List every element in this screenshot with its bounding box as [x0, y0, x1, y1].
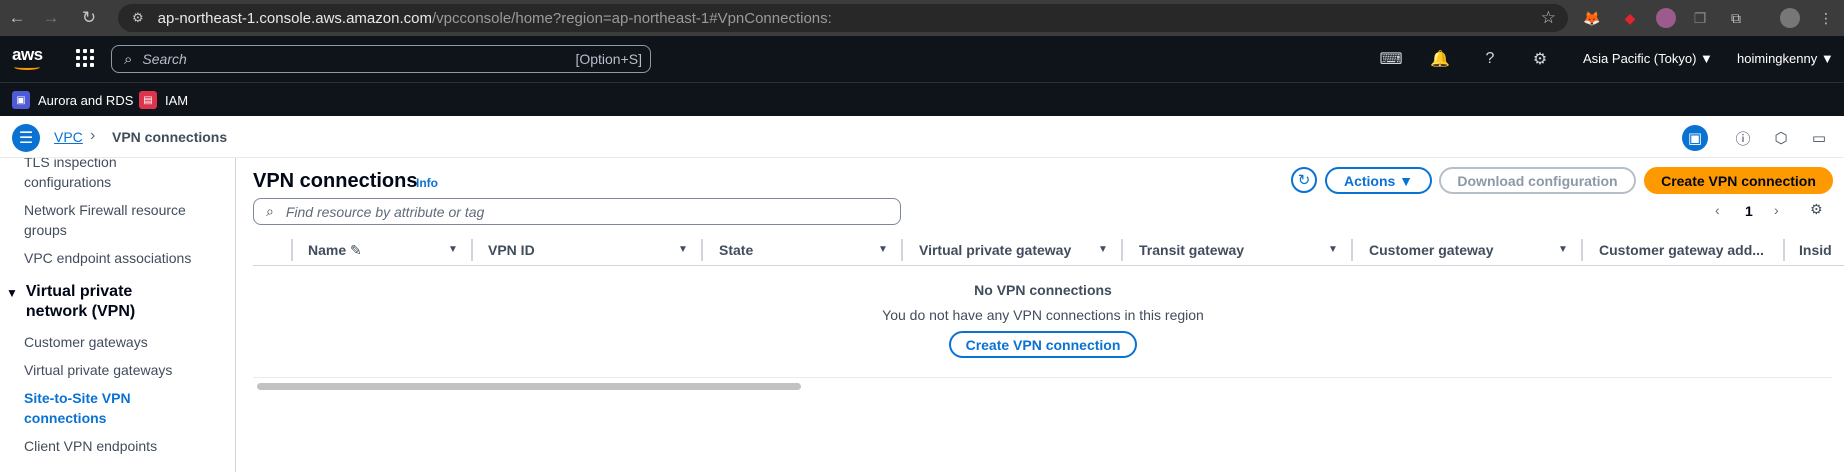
- menu-toggle-icon[interactable]: ☰: [12, 124, 40, 152]
- sort-icon[interactable]: ▼: [1328, 244, 1338, 255]
- refresh-button[interactable]: ↻: [1291, 167, 1317, 193]
- forward-arrow-icon[interactable]: →: [34, 0, 68, 36]
- horizontal-scrollbar[interactable]: [253, 377, 1832, 390]
- search-icon: ⌕: [124, 50, 133, 68]
- favorite-aurora-rds[interactable]: ▣ Aurora and RDS: [12, 91, 133, 109]
- next-page-icon[interactable]: ›: [1774, 202, 1779, 218]
- search-input[interactable]: ⌕ Search [Option+S]: [111, 45, 651, 73]
- search-placeholder: Search: [142, 51, 187, 67]
- hexagon-icon[interactable]: ⬡: [1768, 125, 1794, 151]
- reload-icon[interactable]: ↻: [72, 0, 106, 36]
- breadcrumb-current: VPN connections: [112, 129, 228, 145]
- table-header: Name ✎ ▼ VPN ID ▼ State ▼ Virtual privat…: [253, 236, 1844, 266]
- sort-icon[interactable]: ▼: [678, 244, 688, 255]
- chevron-right-icon: ›: [90, 127, 96, 144]
- help-icon[interactable]: ?: [1479, 48, 1501, 70]
- column-header-vpn-id[interactable]: VPN ID: [488, 242, 535, 258]
- previous-page-icon[interactable]: ‹: [1715, 202, 1720, 218]
- empty-state-title: No VPN connections: [974, 282, 1112, 298]
- back-arrow-icon[interactable]: ←: [0, 0, 34, 36]
- page-number[interactable]: 1: [1745, 203, 1753, 219]
- filter-placeholder: Find resource by attribute or tag: [285, 203, 485, 220]
- empty-state-create-button[interactable]: Create VPN connection: [949, 331, 1137, 358]
- browser-toolbar: ← → ↻ ⚙ ap-northeast-1.console.aws.amazo…: [0, 0, 1844, 36]
- puzzle-extension-icon[interactable]: ⧉: [1726, 8, 1746, 28]
- services-grid-icon[interactable]: [76, 49, 94, 67]
- sort-icon[interactable]: ▼: [1558, 244, 1568, 255]
- sidenav-customer-gateways[interactable]: Customer gateways: [24, 332, 204, 352]
- red-extension-icon[interactable]: ◆: [1620, 8, 1640, 28]
- notifications-bell-icon[interactable]: 🔔: [1429, 48, 1451, 70]
- actions-button[interactable]: Actions ▼: [1325, 167, 1432, 194]
- sort-icon[interactable]: ▼: [878, 244, 888, 255]
- column-header-name[interactable]: Name ✎: [308, 242, 362, 259]
- sidenav-virtual-private-gateways[interactable]: Virtual private gateways: [24, 360, 204, 380]
- site-settings-icon[interactable]: ⚙: [132, 10, 144, 26]
- sidenav-tls-inspection[interactable]: TLS inspection configurations: [24, 158, 204, 192]
- address-bar[interactable]: ⚙ ap-northeast-1.console.aws.amazon.com …: [118, 4, 1568, 32]
- sidenav-site-to-site-vpn[interactable]: Site-to-Site VPN connections: [24, 388, 164, 428]
- column-header-customer-gateway-address[interactable]: Customer gateway add...: [1599, 242, 1764, 258]
- aws-top-nav: aws ⌕ Search [Option+S] ⌨ 🔔 ? ⚙ Asia Pac…: [0, 36, 1844, 82]
- fox-extension-icon[interactable]: 🦊: [1582, 8, 1602, 28]
- rds-icon: ▣: [12, 91, 30, 109]
- create-vpn-connection-button[interactable]: Create VPN connection: [1644, 167, 1833, 194]
- sidenav-firewall-resource-groups[interactable]: Network Firewall resource groups: [24, 200, 204, 240]
- purple-extension-icon[interactable]: [1656, 8, 1676, 28]
- favorites-bar: ▣ Aurora and RDS ▤ IAM: [0, 82, 1844, 116]
- cloudshell-icon[interactable]: ⌨: [1379, 48, 1402, 70]
- column-header-customer-gateway[interactable]: Customer gateway: [1369, 242, 1493, 258]
- info-link[interactable]: Info: [416, 176, 438, 190]
- bookmark-star-icon[interactable]: ☆: [1541, 8, 1556, 28]
- split-panel-icon[interactable]: ▣: [1682, 125, 1708, 151]
- search-icon: ⌕: [266, 203, 274, 219]
- sidenav-client-vpn-endpoints[interactable]: Client VPN endpoints: [24, 436, 204, 456]
- url-path: /vpcconsole/home?region=ap-northeast-1#V…: [431, 9, 832, 27]
- preferences-gear-icon[interactable]: ⚙: [1810, 201, 1823, 218]
- download-configuration-button[interactable]: Download configuration: [1439, 167, 1636, 194]
- column-header-transit-gateway[interactable]: Transit gateway: [1139, 242, 1244, 258]
- settings-gear-icon[interactable]: ⚙: [1529, 48, 1551, 70]
- url-host: ap-northeast-1.console.aws.amazon.com: [157, 9, 432, 27]
- account-menu[interactable]: hoimingkenny ▼: [1737, 51, 1834, 66]
- scrollbar-thumb[interactable]: [257, 383, 801, 390]
- filter-input[interactable]: ⌕ Find resource by attribute or tag: [253, 198, 901, 225]
- breadcrumb-vpc-link[interactable]: VPC: [54, 129, 83, 145]
- iam-icon: ▤: [139, 91, 157, 109]
- info-panel-icon[interactable]: ⓘ: [1730, 125, 1756, 151]
- sort-icon[interactable]: ▼: [1098, 244, 1108, 255]
- page-title: VPN connections: [253, 170, 418, 192]
- more-menu-icon[interactable]: ⋮: [1816, 8, 1836, 28]
- edit-pencil-icon: ✎: [350, 242, 362, 258]
- empty-state-message: You do not have any VPN connections in t…: [882, 307, 1204, 323]
- tabs-extension-icon[interactable]: ❐: [1690, 8, 1710, 28]
- sidenav-endpoint-associations[interactable]: VPC endpoint associations: [24, 248, 204, 268]
- aws-logo[interactable]: aws: [12, 46, 46, 72]
- sort-icon[interactable]: ▼: [448, 244, 458, 255]
- breadcrumb: ☰ VPC › VPN connections ▣ ⓘ ⬡ ▭: [0, 116, 1844, 158]
- column-header-inside[interactable]: Insid: [1799, 242, 1832, 258]
- search-shortcut: [Option+S]: [575, 51, 642, 67]
- profile-avatar[interactable]: [1780, 8, 1800, 28]
- monitor-icon[interactable]: ▭: [1806, 125, 1832, 151]
- region-selector[interactable]: Asia Pacific (Tokyo) ▼: [1583, 51, 1713, 66]
- column-header-virtual-private-gateway[interactable]: Virtual private gateway: [919, 242, 1071, 258]
- favorite-iam[interactable]: ▤ IAM: [139, 91, 188, 109]
- column-header-state[interactable]: State: [719, 242, 753, 258]
